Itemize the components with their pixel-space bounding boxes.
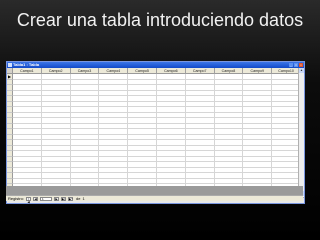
access-workspace — [6, 186, 303, 195]
table-window[interactable]: Tabla1 : Tabla _ □ × Campo1 Campo2 Campo… — [6, 61, 305, 204]
record-of-label: de — [76, 196, 81, 201]
last-record-button[interactable]: ▶| — [61, 196, 67, 201]
close-button[interactable]: × — [299, 63, 303, 67]
table-icon — [8, 63, 12, 67]
next-record-button[interactable]: ▶ — [54, 196, 60, 201]
scroll-up-icon[interactable]: ▲ — [299, 68, 304, 73]
new-record-button[interactable]: ▶* — [68, 196, 74, 201]
prev-record-button[interactable]: ◀ — [33, 196, 39, 201]
first-record-button[interactable]: |◀ — [26, 196, 32, 203]
datasheet-grid[interactable]: Campo1 Campo2 Campo3 Campo4 Campo5 Campo… — [7, 68, 304, 196]
minimize-button[interactable]: _ — [289, 63, 293, 67]
record-total: 1 — [82, 196, 85, 201]
vertical-scrollbar[interactable]: ▲ ▼ — [298, 68, 304, 196]
slide-title: Crear una tabla introduciendo datos — [16, 10, 304, 30]
current-record-field[interactable]: 1 — [40, 196, 53, 201]
record-label: Registro: — [8, 196, 25, 201]
maximize-button[interactable]: □ — [294, 63, 298, 67]
record-navigation-bar: Registro: |◀ ◀ 1 ▶ ▶| ▶* de 1 — [6, 195, 303, 203]
